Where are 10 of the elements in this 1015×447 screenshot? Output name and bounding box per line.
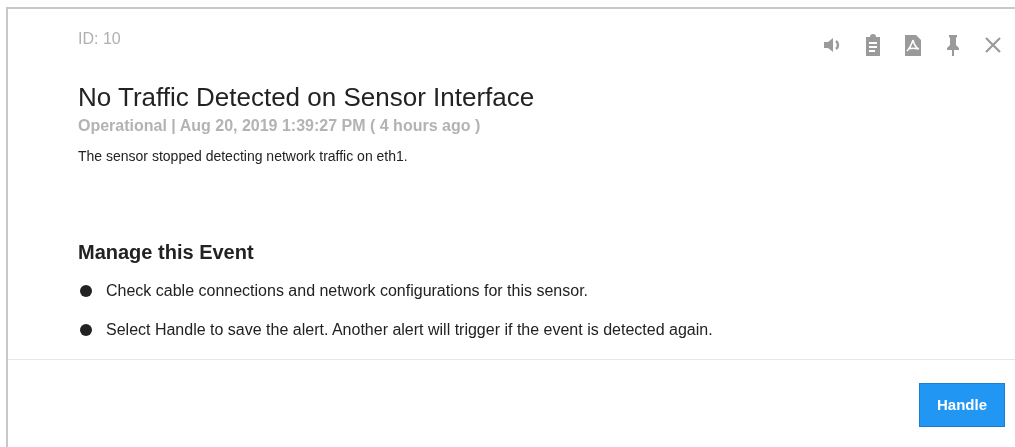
step-text: Check cable connections and network configurations for this sensor. — [106, 280, 589, 301]
section-heading: Manage this Event — [78, 239, 254, 265]
event-title: No Traffic Detected on Sensor Interface — [78, 81, 536, 114]
handle-button[interactable]: Handle — [919, 383, 1005, 427]
event-id: ID: 10 — [78, 29, 121, 49]
event-meta: Operational | Aug 20, 2019 1:39:27 PM ( 4 hours ago ) — [78, 115, 481, 136]
step-text: Select Handle to save the alert. Another alert will trigger if the event is detected again. — [106, 319, 713, 340]
bullet-icon — [80, 284, 92, 297]
bullet-icon — [80, 323, 92, 336]
event-description: The sensor stopped detecting network traffic on eth1. — [78, 146, 408, 166]
